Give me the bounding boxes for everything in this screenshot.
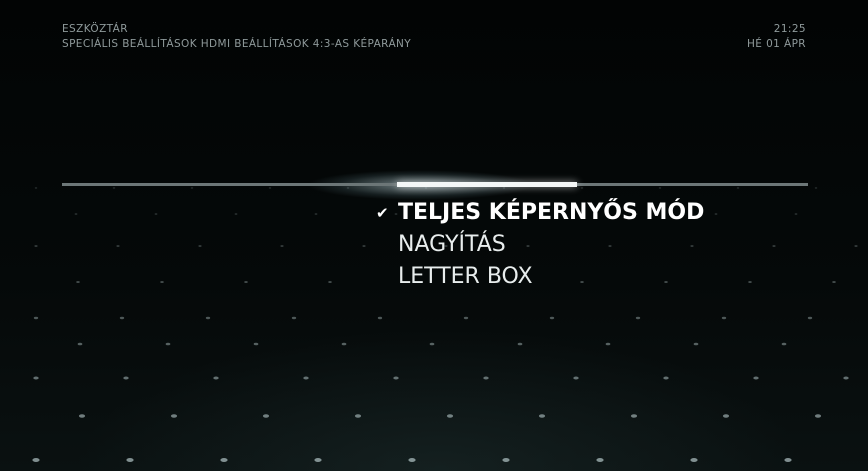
background-dot: [220, 458, 228, 462]
background-dot: [721, 316, 727, 320]
background-dot: [165, 342, 171, 346]
background-dot: [198, 245, 202, 247]
background-dot: [502, 458, 510, 462]
aspect-ratio-menu: ✔ TELJES KÉPERNYŐS MÓD NAGYÍTÁS LETTER B…: [376, 197, 705, 293]
background-dot: [753, 376, 759, 380]
background-dot: [722, 414, 730, 418]
background-dot: [303, 376, 309, 380]
menu-item-label: TELJES KÉPERNYŐS MÓD: [398, 200, 705, 225]
menu-item-label: NAGYÍTÁS: [398, 232, 506, 257]
background-dot: [77, 342, 83, 346]
background-dot: [483, 376, 489, 380]
background-dot: [772, 245, 776, 247]
background-dot: [781, 342, 787, 346]
background-dot: [341, 342, 347, 346]
background-dot: [605, 342, 611, 346]
background-dot: [408, 458, 416, 462]
background-dot: [314, 458, 322, 462]
background-dot: [814, 187, 818, 189]
background-dot: [429, 342, 435, 346]
background-dot: [160, 281, 164, 283]
background-dot: [573, 376, 579, 380]
background-dot: [213, 376, 219, 380]
clock: 21:25 HÉ 01 ÁPR: [747, 22, 806, 52]
menu-item-zoom[interactable]: NAGYÍTÁS: [398, 229, 704, 261]
background-dot: [190, 187, 194, 189]
background-dot: [112, 187, 116, 189]
background-dot: [78, 414, 86, 418]
background-dot: [328, 281, 332, 283]
background-dot: [34, 245, 38, 247]
background-dot: [807, 316, 813, 320]
background-dot: [126, 458, 134, 462]
background-dot: [580, 187, 584, 189]
background-dot: [116, 245, 120, 247]
background-dot: [814, 414, 822, 418]
background-dot: [446, 414, 454, 418]
background-dot: [854, 245, 858, 247]
background-dot: [663, 376, 669, 380]
menu-item-full-screen[interactable]: ✔ TELJES KÉPERNYŐS MÓD: [376, 197, 705, 229]
background-dot: [362, 245, 366, 247]
background-dot: [253, 342, 259, 346]
background-dot: [33, 376, 39, 380]
background-dot: [354, 414, 362, 418]
menu-item-letter-box[interactable]: LETTER BOX: [398, 261, 704, 293]
breadcrumb: SPECIÁLIS BEÁLLÍTÁSOK HDMI BEÁLLÍTÁSOK 4…: [62, 38, 412, 50]
background-dot: [76, 281, 80, 283]
background-dot: [154, 213, 158, 215]
background-dot: [34, 187, 38, 189]
background-dot: [393, 376, 399, 380]
background-dot: [714, 213, 718, 215]
background-dot: [690, 458, 698, 462]
checkmark-icon: ✔: [376, 204, 389, 222]
background-dot: [748, 281, 752, 283]
clock-date: HÉ 01 ÁPR: [747, 38, 806, 50]
background-dot: [170, 414, 178, 418]
selection-indicator-bar: [397, 182, 577, 187]
background-dot: [794, 213, 798, 215]
background-dot: [205, 316, 211, 320]
background-dot: [596, 458, 604, 462]
background-dot: [635, 316, 641, 320]
background-dot: [658, 187, 662, 189]
background-dot: [119, 316, 125, 320]
background-dot: [630, 414, 638, 418]
background-dot: [280, 245, 284, 247]
clock-time: 21:25: [773, 23, 806, 35]
background-dot: [33, 316, 39, 320]
background-dot: [234, 213, 238, 215]
background-dot: [549, 316, 555, 320]
header-left: ESZKÖZTÁR SPECIÁLIS BEÁLLÍTÁSOK HDMI BEÁ…: [62, 22, 411, 52]
menu-item-label: LETTER BOX: [398, 264, 533, 289]
background-dot: [291, 316, 297, 320]
background-dot: [244, 281, 248, 283]
background-dot: [32, 458, 40, 462]
background-dot: [123, 376, 129, 380]
background-dot: [394, 213, 398, 215]
background-dot: [693, 342, 699, 346]
background-dot: [832, 281, 836, 283]
tv-settings-screen: ESZKÖZTÁR SPECIÁLIS BEÁLLÍTÁSOK HDMI BEÁ…: [0, 0, 868, 471]
background-dot: [377, 316, 383, 320]
page-title: ESZKÖZTÁR: [62, 23, 128, 35]
background-dot: [262, 414, 270, 418]
background-dot: [843, 376, 849, 380]
background-dot: [463, 316, 469, 320]
background-dot: [74, 213, 78, 215]
background-dot: [736, 187, 740, 189]
background-dot: [314, 213, 318, 215]
background-dot: [784, 458, 792, 462]
background-dot: [517, 342, 523, 346]
background-dot: [538, 414, 546, 418]
